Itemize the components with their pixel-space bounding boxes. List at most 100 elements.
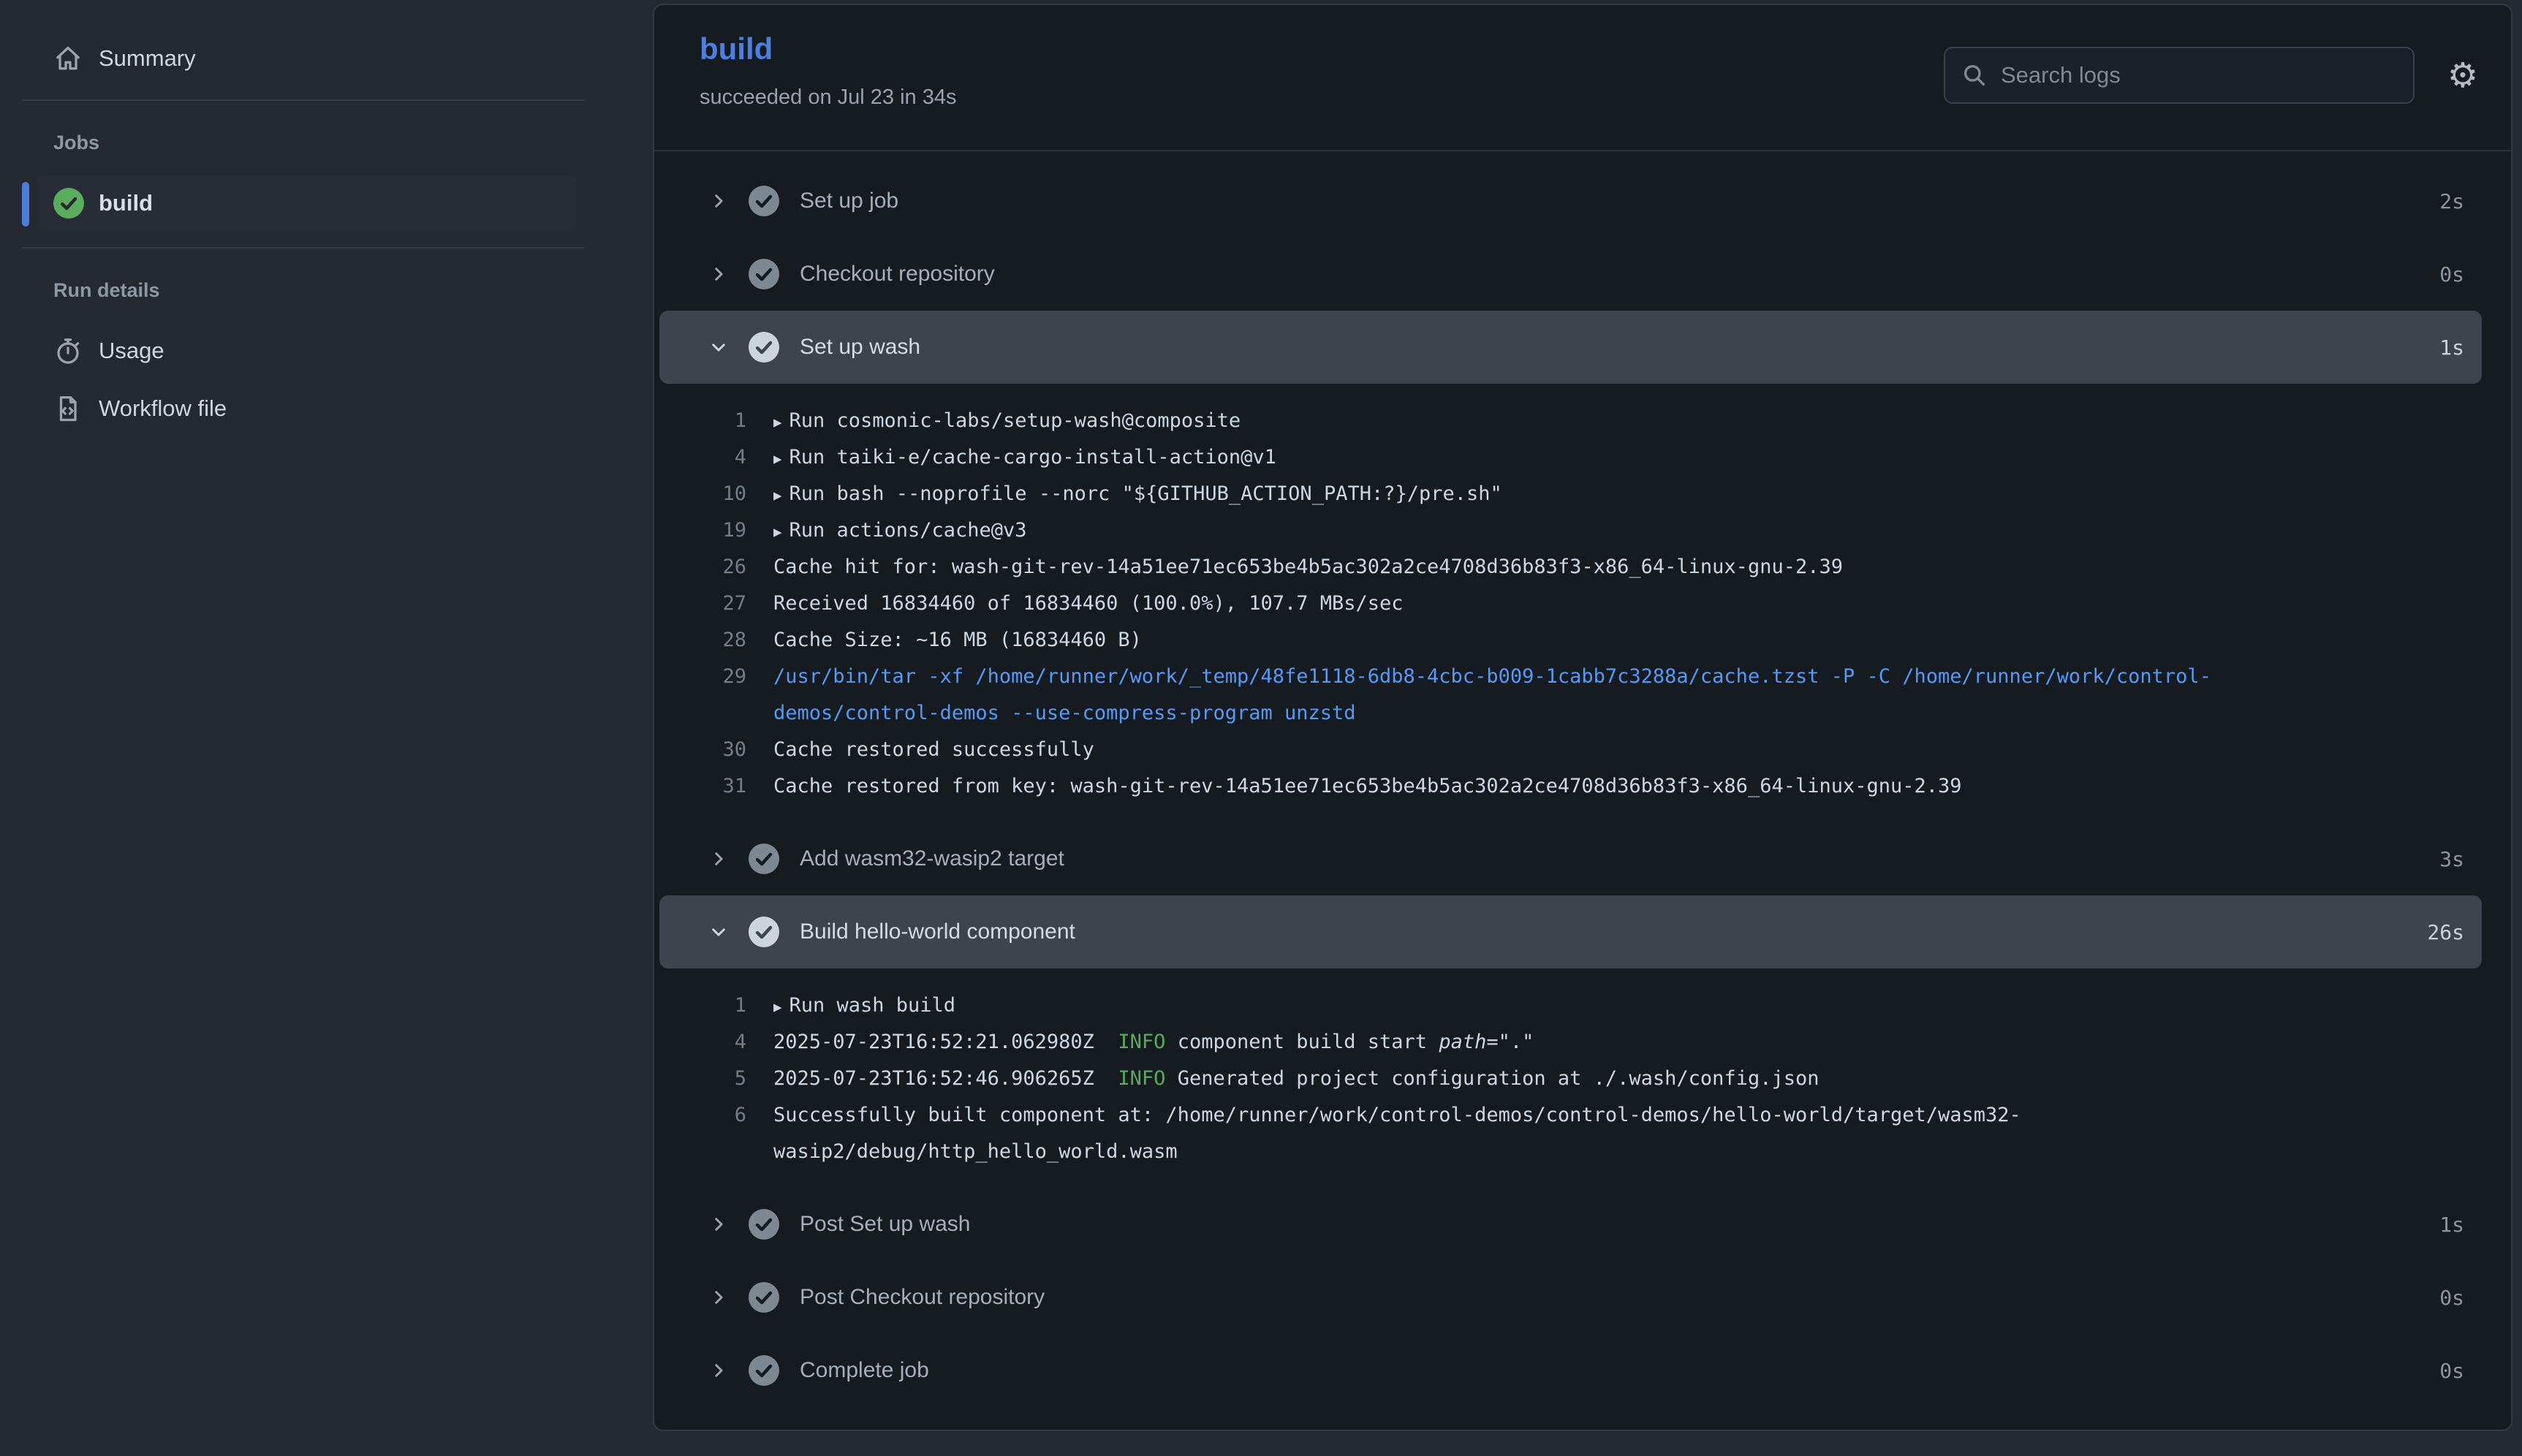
file-code-icon <box>53 394 83 423</box>
log-line-number[interactable]: 4 <box>654 1031 746 1053</box>
log-line-number[interactable]: 29 <box>654 665 746 688</box>
sidebar-workflow-file-label: Workflow file <box>99 395 227 422</box>
log-line: 19 ▶Run actions/cache@v3 <box>654 512 2511 548</box>
log-text-segment: 2025-07-23T16:52:21.062980Z <box>773 1031 1118 1053</box>
sidebar: Summary Jobs build Run details Usage <box>0 0 653 1456</box>
chevron-down-icon <box>709 338 728 357</box>
sidebar-usage-label: Usage <box>99 338 164 364</box>
log-line: 31 Cache restored from key: wash-git-rev-… <box>654 767 2511 804</box>
step-duration: 26s <box>2427 920 2464 944</box>
log-line-number[interactable]: 31 <box>654 775 746 797</box>
sidebar-item-job-build[interactable]: build <box>37 175 578 231</box>
sidebar-item-summary[interactable]: Summary <box>53 38 196 79</box>
chevron-right-icon <box>709 265 728 284</box>
log-line-text: ▶Run taiki-e/cache-cargo-install-action@… <box>773 446 1276 469</box>
log-line-text: Received 16834460 of 16834460 (100.0%), … <box>773 592 1404 615</box>
log-text-segment: Run cosmonic-labs/setup-wash@composite <box>789 409 1241 432</box>
log-line-text: ▶Run actions/cache@v3 <box>773 519 1027 542</box>
check-circle-icon <box>749 186 779 216</box>
check-circle-icon <box>749 917 779 947</box>
log-line-number[interactable]: 27 <box>654 592 746 615</box>
log-text-segment: wasip2/debug/http_hello_world.wasm <box>773 1140 1178 1163</box>
log-line: wasip2/debug/http_hello_world.wasm <box>654 1133 2511 1169</box>
step-row-add-wasm32-wasip2-target[interactable]: Add wasm32-wasip2 target3s <box>654 822 2511 895</box>
log-text-segment: 2025-07-23T16:52:46.906265Z <box>773 1067 1118 1090</box>
chevron-down-icon <box>709 922 728 941</box>
log-line-text: 2025-07-23T16:52:46.906265Z INFO Generat… <box>773 1067 1819 1090</box>
log-line-text: ▶Run wash build <box>773 994 955 1017</box>
log-text-segment: Generated project configuration at ./.wa… <box>1165 1067 1819 1090</box>
step-row-complete-job[interactable]: Complete job0s <box>654 1334 2511 1407</box>
log-line-number[interactable]: 28 <box>654 629 746 651</box>
step-title: Set up job <box>800 189 898 213</box>
log-line-number[interactable]: 4 <box>654 446 746 469</box>
log-line-text: Cache restored from key: wash-git-rev-14… <box>773 775 1962 797</box>
log-text-segment: path <box>1439 1031 1486 1053</box>
log-text-segment: Cache hit for: wash-git-rev-14a51ee71ec6… <box>773 556 1843 578</box>
job-title-link[interactable]: build <box>700 31 773 67</box>
sidebar-summary-label: Summary <box>99 45 196 72</box>
check-circle-icon <box>749 843 779 874</box>
log-line-number[interactable]: 19 <box>654 519 746 542</box>
step-title: Post Checkout repository <box>800 1285 1045 1310</box>
step-duration: 0s <box>2439 1359 2464 1383</box>
log-line-text: Cache hit for: wash-git-rev-14a51ee71ec6… <box>773 556 1843 578</box>
step-row-post-set-up-wash[interactable]: Post Set up wash1s <box>654 1188 2511 1261</box>
log-text-segment: demos/control-demos --use-compress-progr… <box>773 702 1356 724</box>
log-text-segment: component build start <box>1165 1031 1439 1053</box>
log-line-number[interactable]: 5 <box>654 1067 746 1090</box>
log-text-segment: Cache Size: ~16 MB (16834460 B) <box>773 629 1142 651</box>
log-line-number[interactable]: 1 <box>654 409 746 432</box>
log-line-text: wasip2/debug/http_hello_world.wasm <box>773 1140 1178 1163</box>
log-line-number[interactable]: 6 <box>654 1104 746 1126</box>
log-line-text: ▶Run cosmonic-labs/setup-wash@composite <box>773 409 1241 432</box>
log-line: demos/control-demos --use-compress-progr… <box>654 694 2511 731</box>
search-logs-input[interactable] <box>1999 61 2397 89</box>
home-icon <box>53 44 83 73</box>
sidebar-item-usage[interactable]: Usage <box>53 330 164 371</box>
log-line: 6 Successfully built component at: /home/… <box>654 1096 2511 1133</box>
log-text-segment: ="." <box>1486 1031 1534 1053</box>
stopwatch-icon <box>53 336 83 365</box>
log-text-segment: /usr/bin/tar -xf /home/runner/work/_temp… <box>773 665 2211 688</box>
sidebar-divider <box>22 99 585 101</box>
sidebar-jobs-header: Jobs <box>53 132 99 154</box>
step-duration: 3s <box>2439 847 2464 871</box>
log-line-text: /usr/bin/tar -xf /home/runner/work/_temp… <box>773 665 2211 688</box>
log-line: 5 2025-07-23T16:52:46.906265Z INFO Genera… <box>654 1060 2511 1096</box>
job-log-panel: build succeeded on Jul 23 in 34s ⚙ Set u… <box>653 4 2512 1431</box>
gear-icon: ⚙ <box>2447 55 2478 96</box>
check-circle-icon <box>749 1355 779 1386</box>
log-line-text: Cache restored successfully <box>773 738 1094 761</box>
log-line-text: Cache Size: ~16 MB (16834460 B) <box>773 629 1142 651</box>
log-settings-button[interactable]: ⚙ <box>2436 42 2489 109</box>
success-check-circle-icon <box>53 188 84 219</box>
step-row-post-checkout-repository[interactable]: Post Checkout repository0s <box>654 1261 2511 1334</box>
chevron-right-icon <box>709 1215 728 1234</box>
log-line: 27 Received 16834460 of 16834460 (100.0%)… <box>654 585 2511 621</box>
search-logs-box <box>1944 47 2415 104</box>
job-status-line: succeeded on Jul 23 in 34s <box>700 86 956 110</box>
step-row-checkout-repository[interactable]: Checkout repository0s <box>654 238 2511 311</box>
log-line: 1 ▶Run wash build <box>654 987 2511 1023</box>
log-line-number[interactable]: 30 <box>654 738 746 761</box>
step-row-build-hello-world-component[interactable]: Build hello-world component 26s <box>659 895 2482 968</box>
log-text-segment: Successfully built component at: /home/r… <box>773 1104 2021 1126</box>
step-row-set-up-wash[interactable]: Set up wash1s <box>659 311 2482 384</box>
log-text-segment: INFO <box>1118 1067 1165 1090</box>
chevron-right-icon <box>709 1361 728 1380</box>
sidebar-divider <box>22 247 585 249</box>
sidebar-item-workflow-file[interactable]: Workflow file <box>53 388 227 429</box>
log-line-number[interactable]: 26 <box>654 556 746 578</box>
log-text-segment: Run bash --noprofile --norc "${GITHUB_AC… <box>789 482 1502 505</box>
step-title: Build hello-world component <box>800 920 1075 944</box>
job-header: build succeeded on Jul 23 in 34s ⚙ <box>654 5 2511 151</box>
step-duration: 0s <box>2439 262 2464 287</box>
log-block: 1 ▶Run wash build 4 2025-07-23T16:52:21.062… <box>654 968 2511 1188</box>
log-line-number[interactable]: 10 <box>654 482 746 505</box>
log-line-number[interactable]: 1 <box>654 994 746 1017</box>
step-row-set-up-job[interactable]: Set up job2s <box>654 164 2511 238</box>
log-text-segment: Cache restored from key: wash-git-rev-14… <box>773 775 1962 797</box>
log-block: 1 ▶Run cosmonic-labs/setup-wash@composite… <box>654 384 2511 822</box>
log-line: 42025-07-23T16:52:21.062980Z INFO compon… <box>654 1023 2511 1060</box>
